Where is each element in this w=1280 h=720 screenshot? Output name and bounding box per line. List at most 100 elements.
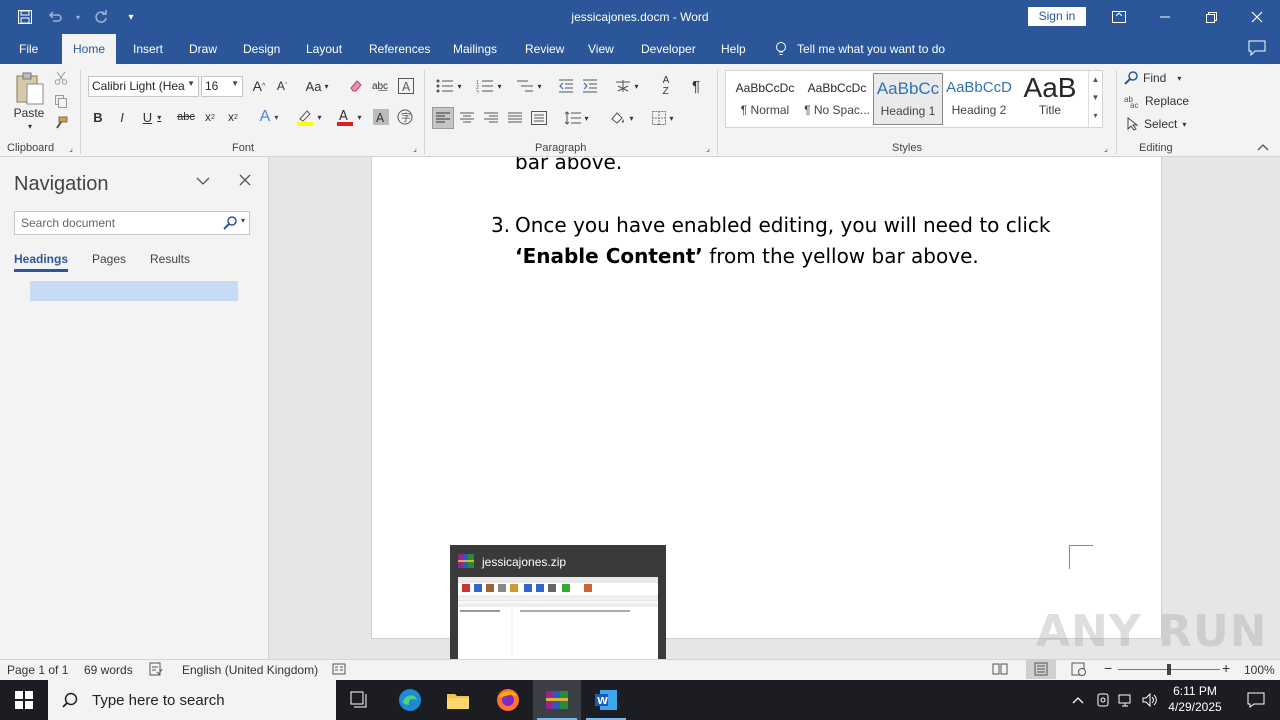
character-border-icon[interactable]: A xyxy=(396,76,416,96)
edge-icon[interactable] xyxy=(386,680,434,720)
tab-review[interactable]: Review xyxy=(525,42,564,56)
text-effects-icon[interactable]: A ▾ xyxy=(254,107,284,127)
restore-icon[interactable] xyxy=(1188,0,1234,34)
read-mode-icon[interactable] xyxy=(992,662,1008,679)
justify-icon[interactable] xyxy=(504,107,526,129)
volume-icon[interactable] xyxy=(1139,680,1161,720)
tab-results[interactable]: Results xyxy=(150,252,190,266)
show-marks-icon[interactable]: ¶ xyxy=(686,76,706,96)
superscript-icon[interactable]: x2 xyxy=(224,107,242,127)
style-heading-2[interactable]: AaBbCcD Heading 2 xyxy=(944,73,1014,125)
grow-font-icon[interactable]: A ^ xyxy=(250,76,268,96)
cut-icon[interactable] xyxy=(52,69,70,87)
proofing-icon[interactable] xyxy=(149,662,163,679)
style-normal[interactable]: AaBbCcDc ¶ Normal xyxy=(730,73,800,125)
winrar-taskbar-icon[interactable] xyxy=(533,680,581,720)
tab-design[interactable]: Design xyxy=(243,42,280,56)
print-layout-icon[interactable] xyxy=(1026,659,1056,679)
firefox-icon[interactable] xyxy=(484,680,532,720)
word-taskbar-icon[interactable]: W xyxy=(582,680,630,720)
document-area[interactable]: bar above. 3. Once you have enabled edit… xyxy=(270,157,1280,659)
tab-headings[interactable]: Headings xyxy=(14,252,69,272)
file-explorer-icon[interactable] xyxy=(434,680,482,720)
align-left-icon[interactable] xyxy=(432,107,454,129)
enclose-characters-icon[interactable]: 字 xyxy=(395,107,415,127)
pane-options-icon[interactable] xyxy=(196,175,212,191)
tab-mailings[interactable]: Mailings xyxy=(453,42,497,56)
find-button[interactable]: Find ▾ xyxy=(1124,69,1181,87)
task-view-icon[interactable] xyxy=(336,680,384,720)
zoom-level[interactable]: 100% xyxy=(1244,663,1275,677)
highlight-color-icon[interactable]: ▾ xyxy=(292,107,326,127)
copy-icon[interactable] xyxy=(52,92,70,110)
search-options-icon[interactable]: ▾ xyxy=(241,216,245,225)
styles-launcher-icon[interactable]: ⌟ xyxy=(1101,144,1111,153)
style-title[interactable]: AaB Title xyxy=(1015,73,1085,125)
tab-file[interactable]: File xyxy=(19,42,38,56)
asian-layout-icon[interactable]: ▾ xyxy=(612,76,642,96)
format-painter-icon[interactable] xyxy=(52,114,70,132)
tab-view[interactable]: View xyxy=(588,42,614,56)
style-no-spacing[interactable]: AaBbCcDc ¶ No Spac... xyxy=(802,73,872,125)
taskbar-search-box[interactable]: Type here to search xyxy=(48,680,336,720)
shrink-font-icon[interactable]: Aˇ xyxy=(273,76,291,96)
decrease-indent-icon[interactable] xyxy=(556,76,576,96)
system-clock[interactable]: 6:11 PM 4/29/2025 xyxy=(1164,683,1226,715)
ribbon-display-options-icon[interactable] xyxy=(1096,0,1142,34)
font-color-icon[interactable]: A ▾ xyxy=(332,107,366,127)
device-icon[interactable] xyxy=(1092,680,1114,720)
paragraph-launcher-icon[interactable]: ⌟ xyxy=(703,144,713,153)
close-pane-icon[interactable] xyxy=(239,174,253,188)
tab-draw[interactable]: Draw xyxy=(189,42,217,56)
tab-help[interactable]: Help xyxy=(721,42,746,56)
sort-icon[interactable]: AZ xyxy=(656,75,676,97)
phonetic-guide-icon[interactable]: ab͟c xyxy=(370,76,390,96)
minimize-icon[interactable] xyxy=(1142,0,1188,34)
word-count[interactable]: 69 words xyxy=(84,663,133,677)
tab-home[interactable]: Home xyxy=(62,34,117,64)
numbering-icon[interactable]: 1 2 3 ▾ xyxy=(472,76,506,96)
select-button[interactable]: Select ▾ xyxy=(1127,115,1186,133)
web-layout-icon[interactable] xyxy=(1071,662,1087,679)
page-count[interactable]: Page 1 of 1 xyxy=(7,663,68,677)
distributed-icon[interactable] xyxy=(528,107,550,129)
character-shading-icon[interactable]: A xyxy=(371,107,391,127)
paste-dropdown-icon[interactable]: ▾ xyxy=(26,122,34,131)
shading-icon[interactable]: ▾ xyxy=(604,107,638,129)
tab-references[interactable]: References xyxy=(369,42,430,56)
collapse-ribbon-icon[interactable] xyxy=(1255,140,1271,154)
line-spacing-icon[interactable]: ▾ xyxy=(560,107,594,129)
zoom-slider-thumb[interactable] xyxy=(1167,664,1171,675)
align-right-icon[interactable] xyxy=(480,107,502,129)
multilevel-list-icon[interactable]: ▾ xyxy=(512,76,546,96)
underline-icon[interactable]: U ▾ xyxy=(137,107,167,127)
notifications-icon[interactable] xyxy=(1232,680,1280,720)
font-name-combo[interactable]: Calibri Light (Hea ▼ xyxy=(88,76,199,97)
search-document-input[interactable]: Search document ▾ xyxy=(14,211,250,235)
strikethrough-icon[interactable]: abc xyxy=(175,107,197,127)
font-launcher-icon[interactable]: ⌟ xyxy=(410,144,420,153)
search-icon[interactable] xyxy=(223,216,237,233)
tab-layout[interactable]: Layout xyxy=(306,42,342,56)
borders-icon[interactable]: ▾ xyxy=(646,107,680,129)
align-center-icon[interactable] xyxy=(456,107,478,129)
tell-me-box[interactable]: Tell me what you want to do xyxy=(775,41,945,57)
bold-icon[interactable]: B xyxy=(89,107,107,127)
paste-icon[interactable] xyxy=(10,70,48,110)
style-heading-1[interactable]: AaBbCc Heading 1 xyxy=(873,73,943,125)
close-icon[interactable] xyxy=(1234,0,1280,34)
italic-icon[interactable]: I xyxy=(113,107,131,127)
windows-start-icon[interactable] xyxy=(0,680,48,720)
tab-insert[interactable]: Insert xyxy=(133,42,163,56)
change-case-icon[interactable]: Aa ▾ xyxy=(300,76,334,96)
clear-formatting-icon[interactable] xyxy=(346,76,366,96)
tab-developer[interactable]: Developer xyxy=(641,42,696,56)
subscript-icon[interactable]: x2 xyxy=(201,107,219,127)
replace-button[interactable]: ab ac Replace xyxy=(1124,92,1189,110)
styles-scroll[interactable]: ▲ ▼ ▾ xyxy=(1088,71,1102,127)
zoom-in-icon[interactable]: + xyxy=(1222,660,1230,676)
clipboard-launcher-icon[interactable]: ⌟ xyxy=(66,144,76,153)
comments-icon[interactable] xyxy=(1248,40,1266,59)
sign-in-button[interactable]: Sign in xyxy=(1028,7,1086,26)
language[interactable]: English (United Kingdom) xyxy=(182,663,318,677)
